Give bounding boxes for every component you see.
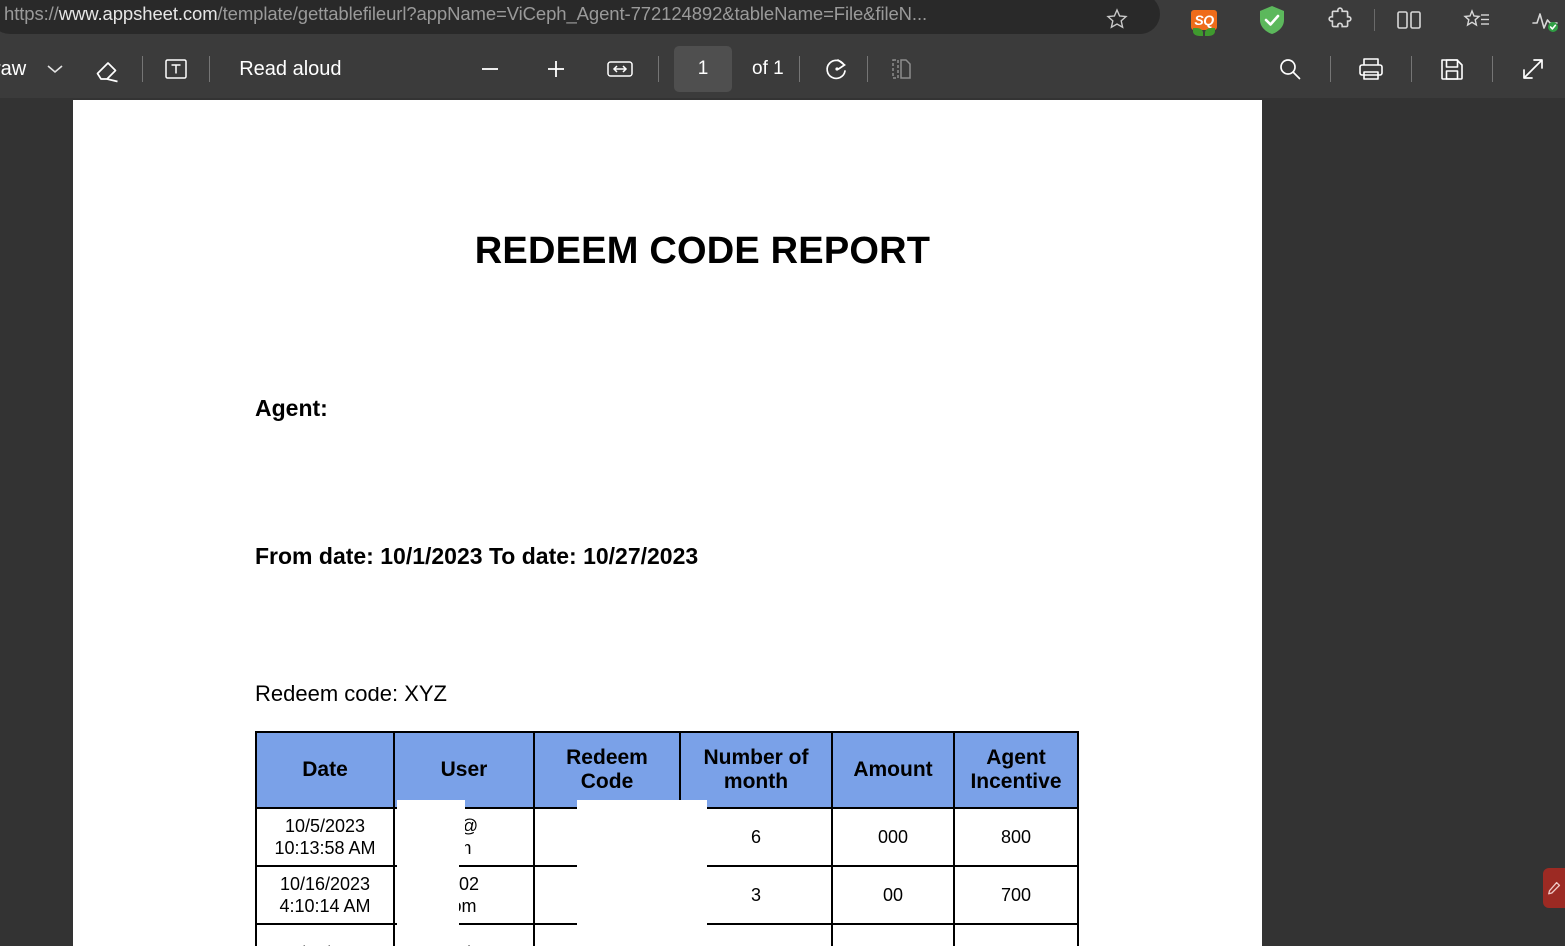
column-header-date: Date [255, 731, 395, 809]
pdf-page-1: REDEEM CODE REPORT Agent: From date: 10/… [73, 100, 1262, 946]
redaction-patch [458, 689, 502, 713]
star-outline-icon[interactable] [1100, 2, 1134, 36]
column-header-amount: Amount [831, 731, 955, 809]
cell-agent-incentive: 700 [953, 865, 1079, 925]
feedback-edge-tab[interactable] [1543, 868, 1565, 908]
shield-check-icon[interactable] [1238, 1, 1306, 39]
split-screen-icon[interactable] [1375, 1, 1443, 39]
url-text: https://www.appsheet.com/template/gettab… [4, 0, 927, 34]
cell-amount: 00 [831, 923, 955, 946]
sq-extension-icon[interactable]: SQ [1170, 1, 1238, 39]
cell-agent-incentive: 900 [953, 923, 1079, 946]
redaction-patch [397, 800, 465, 858]
cell-amount: 000 [831, 807, 955, 867]
page-total-label: of 1 [752, 58, 784, 79]
search-icon[interactable] [1266, 48, 1314, 90]
divider [1411, 56, 1412, 82]
table-header-row: Date User Redeem Code Number of month Am… [255, 731, 1079, 809]
divider [142, 56, 144, 82]
browser-window: https://www.appsheet.com/template/gettab… [0, 0, 1565, 946]
divider [209, 56, 211, 82]
address-bar-input[interactable]: https://www.appsheet.com/template/gettab… [0, 0, 1160, 34]
redaction-patch [365, 636, 421, 662]
zoom-in-button[interactable] [532, 48, 580, 90]
draw-tool-label[interactable]: raw [0, 58, 26, 81]
url-host: www.appsheet.com [58, 3, 218, 24]
url-prefix: https:// [4, 3, 59, 24]
column-header-redeem-code: Redeem Code [533, 731, 681, 809]
browser-extension-icons: SQ [1170, 0, 1565, 40]
agent-label: Agent: [255, 395, 328, 421]
cell-agent-incentive: 800 [953, 807, 1079, 867]
page-layout-icon[interactable] [877, 48, 925, 90]
column-header-user: User [393, 731, 535, 809]
column-header-number-of-month: Number of month [679, 731, 833, 809]
pdf-document-viewer[interactable]: REDEEM CODE REPORT Agent: From date: 10/… [0, 98, 1565, 946]
print-icon[interactable] [1347, 48, 1395, 90]
collections-icon[interactable] [1443, 1, 1511, 39]
sq-extension-label: SQ [1191, 10, 1217, 36]
redaction-patch [338, 400, 398, 434]
fit-to-width-icon[interactable] [596, 48, 644, 90]
redaction-patch [397, 858, 459, 946]
puzzle-extensions-icon[interactable] [1306, 1, 1374, 39]
redaction-patch [681, 800, 703, 946]
toolbar-left-group: raw Read alo [0, 40, 342, 98]
add-text-icon[interactable] [152, 48, 200, 90]
toolbar-center-group: 1 of 1 [466, 40, 925, 98]
divider [1492, 56, 1493, 82]
date-range-line: From date: 10/1/2023 To date: 10/27/2023 [255, 543, 699, 569]
rotate-icon[interactable] [813, 48, 861, 90]
cell-amount: 00 [831, 865, 955, 925]
pdf-viewer-toolbar: raw Read alo [0, 40, 1565, 98]
fullscreen-icon[interactable] [1509, 48, 1557, 90]
divider [798, 56, 800, 82]
url-path: /template/gettablefileurl?appName=ViCeph… [217, 3, 928, 24]
eraser-icon[interactable] [84, 48, 132, 90]
read-aloud-button[interactable]: Read aloud [239, 58, 341, 81]
column-header-agent-incentive: Agent Incentive [953, 731, 1079, 809]
redeem-code-row: Redeem code: XYZ [255, 681, 613, 707]
chevron-down-icon[interactable] [44, 58, 66, 80]
divider [866, 56, 868, 82]
performance-health-icon[interactable] [1511, 1, 1565, 39]
redaction-patch [397, 800, 405, 946]
redaction-patch [328, 663, 403, 687]
edit-pencil-icon [1547, 881, 1561, 895]
divider [658, 56, 659, 82]
cell-date: 10/16/2023 4:10:14 AM [255, 865, 395, 925]
cell-date: 10/5/2023 10:13:58 AM [255, 807, 395, 867]
page-number-input[interactable]: 1 [674, 46, 732, 92]
divider [1330, 56, 1331, 82]
redeem-code-value: XYZ [404, 681, 447, 706]
zoom-out-button[interactable] [466, 48, 514, 90]
browser-address-bar: https://www.appsheet.com/template/gettab… [0, 0, 1565, 40]
save-icon[interactable] [1428, 48, 1476, 90]
cell-date: 10/18/2023 [255, 923, 395, 946]
toolbar-right-group [1266, 40, 1557, 98]
page-title: REDEEM CODE REPORT [474, 230, 931, 272]
